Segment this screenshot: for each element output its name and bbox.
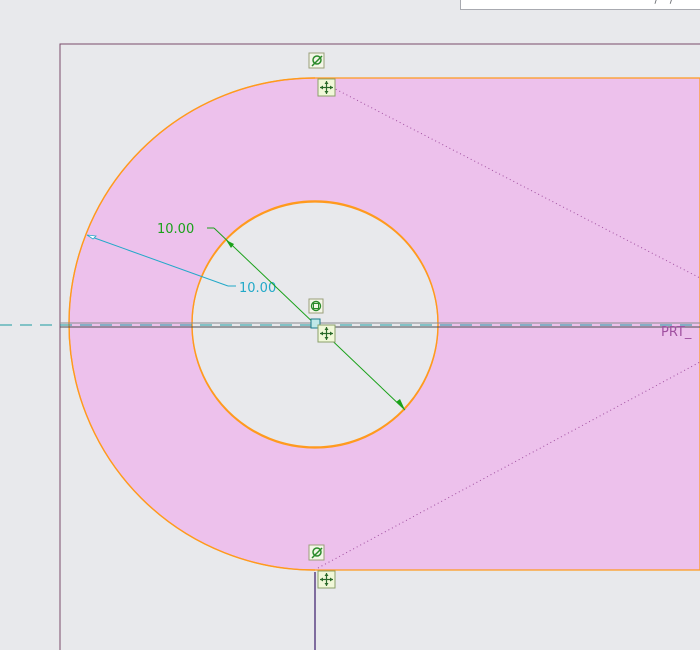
snap-cross-icon[interactable] [317,570,336,589]
snap-cross-icon[interactable] [317,78,336,97]
diameter-arrow-end-icon [396,399,405,410]
diameter-arrow-start-icon [226,240,234,248]
tangent-constraint-icon[interactable] [308,544,325,561]
snap-cross-icon[interactable] [317,324,336,343]
centerpoint-icon[interactable] [308,298,324,314]
profile-region[interactable] [68,77,700,571]
radius-dimension-text[interactable]: 10.00 [239,281,276,296]
diameter-dimension-text[interactable]: 10.00 [157,222,194,237]
tangent-constraint-icon[interactable] [308,52,325,69]
sketch-canvas[interactable]: 10.00 10.00 PRT_ [0,0,700,650]
datum-plane-label[interactable]: PRT_ [661,325,692,340]
